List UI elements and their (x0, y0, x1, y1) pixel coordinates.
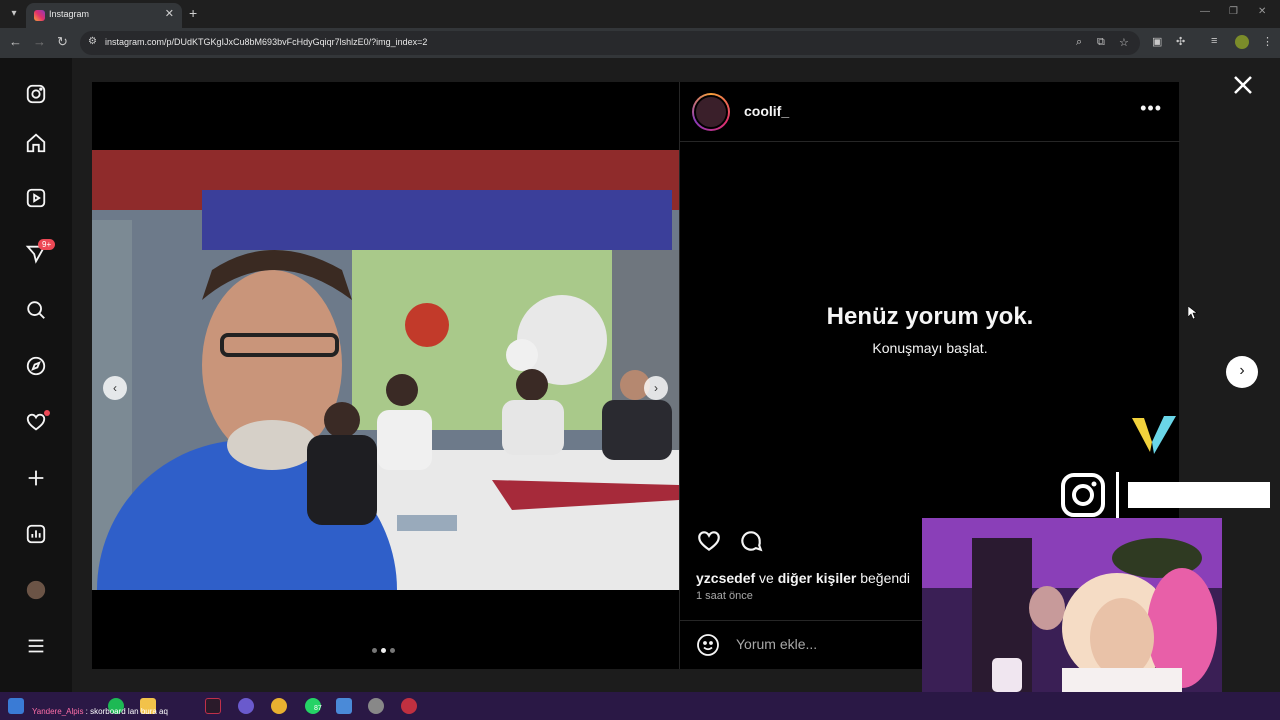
post-photo[interactable] (92, 150, 679, 590)
dashboard-icon[interactable] (24, 522, 48, 546)
no-comments-subtitle: Konuşmayı başlat. (872, 340, 988, 356)
bookmark-star-icon[interactable]: ☆ (1119, 36, 1129, 49)
messages-badge: 9+ (38, 239, 56, 250)
forward-icon[interactable]: → (33, 34, 46, 49)
webcam-feed (922, 518, 1222, 692)
reels-icon[interactable] (24, 186, 48, 210)
liked-by-user[interactable]: yzcsedef (696, 570, 755, 586)
close-modal-icon[interactable] (1232, 74, 1254, 96)
webcam-image (922, 518, 1222, 692)
liked-by-text: yzcsedef ve diğer kişiler beğendi (696, 570, 910, 586)
mouse-cursor-icon (1188, 306, 1198, 320)
tv-studio-photo (92, 150, 679, 590)
notification-dot (44, 410, 50, 416)
chrome-menu-icon[interactable]: ⋮ (1262, 35, 1273, 48)
windows-taskbar: 87 (0, 692, 1280, 720)
carousel-next-button[interactable]: › (644, 376, 668, 400)
install-app-icon[interactable]: ⧉ (1097, 36, 1105, 49)
extension-icon[interactable]: ▣ (1152, 35, 1162, 48)
chrome-icon[interactable] (271, 698, 287, 714)
browser-tab[interactable]: Instagram ✕ (26, 3, 182, 28)
address-bar[interactable]: ⚙ instagram.com/p/DUdKTGKgIJxCu8bM693bvF… (80, 31, 1140, 55)
liked-by-connector: ve (755, 570, 778, 586)
search-icon[interactable] (24, 298, 48, 322)
url-text[interactable]: instagram.com/p/DUdKTGKgIJxCu8bM693bvFcH… (105, 37, 427, 47)
window-close-icon[interactable]: ✕ (1258, 6, 1266, 17)
carousel-dot (390, 648, 395, 653)
chat-text: skorboard lan bura aq (90, 707, 168, 716)
instagram-favicon-icon (34, 10, 45, 21)
reload-icon[interactable]: ↻ (57, 34, 68, 50)
app-icon[interactable] (336, 698, 352, 714)
minimize-icon[interactable]: — (1200, 6, 1210, 17)
profile-avatar[interactable] (1235, 35, 1249, 49)
carousel-dot (372, 648, 377, 653)
author-username[interactable]: coolif_ (744, 103, 789, 119)
carousel-prev-button[interactable]: ‹ (103, 376, 127, 400)
post-actions (696, 528, 764, 559)
media-control-icon[interactable]: ≡ (1211, 35, 1217, 47)
start-icon[interactable] (8, 698, 24, 714)
extensions-puzzle-icon[interactable]: ✣ (1176, 35, 1185, 48)
new-tab-icon[interactable]: + (189, 5, 197, 21)
explore-icon[interactable] (24, 354, 48, 378)
maximize-icon[interactable]: ❐ (1229, 6, 1238, 17)
site-info-icon[interactable]: ⚙ (88, 36, 97, 47)
app-icon[interactable] (205, 698, 221, 714)
tab-search-icon[interactable]: ▾ (6, 6, 22, 22)
emoji-icon[interactable] (696, 633, 720, 657)
instagram-logo-icon[interactable] (24, 82, 48, 106)
more-options-icon[interactable]: ••• (1140, 98, 1162, 119)
obs-icon[interactable] (401, 698, 417, 714)
instagram-sidebar: 9+ (0, 58, 72, 692)
home-icon[interactable] (24, 131, 48, 155)
create-plus-icon[interactable] (24, 466, 48, 490)
tab-close-icon[interactable]: ✕ (165, 7, 174, 20)
overlay-separator (1116, 472, 1119, 518)
author-avatar[interactable] (692, 93, 730, 131)
liked-by-suffix: beğendi (856, 570, 911, 586)
like-heart-icon[interactable] (696, 528, 722, 559)
post-header: coolif_ ••• (680, 82, 1180, 142)
v-logo-icon (1132, 416, 1176, 454)
carousel-dots (372, 648, 395, 653)
browser-toolbar: ← → ↻ ⚙ instagram.com/p/DUdKTGKgIJxCu8bM… (0, 28, 1280, 58)
chat-username: Yandere_Alpis (32, 707, 84, 716)
browser-tab-bar: ▾ Instagram ✕ + — ❐ ✕ (0, 0, 1280, 28)
discord-icon[interactable] (238, 698, 254, 714)
liked-by-others[interactable]: diğer kişiler (778, 570, 857, 586)
no-comments-title: Henüz yorum yok. (826, 303, 1034, 330)
overlay-name-box (1128, 482, 1270, 508)
post-media: ‹ › (92, 82, 679, 669)
carousel-dot-active (381, 648, 386, 653)
whatsapp-badge: 87 (314, 705, 322, 712)
settings-gear-icon[interactable] (368, 698, 384, 714)
tab-title: Instagram (49, 9, 90, 19)
back-icon[interactable]: ← (9, 34, 22, 49)
post-timestamp[interactable]: 1 saat önce (696, 590, 753, 602)
stream-chat-message: Yandere_Alpis : skorboard lan bura aq (32, 707, 168, 716)
next-post-button[interactable]: › (1226, 356, 1258, 388)
profile-avatar-icon[interactable] (24, 578, 48, 602)
more-menu-icon[interactable] (24, 634, 48, 658)
zoom-icon[interactable]: ⌕ (1076, 36, 1082, 49)
instagram-overlay-icon (1061, 473, 1105, 517)
comment-bubble-icon[interactable] (738, 528, 764, 559)
